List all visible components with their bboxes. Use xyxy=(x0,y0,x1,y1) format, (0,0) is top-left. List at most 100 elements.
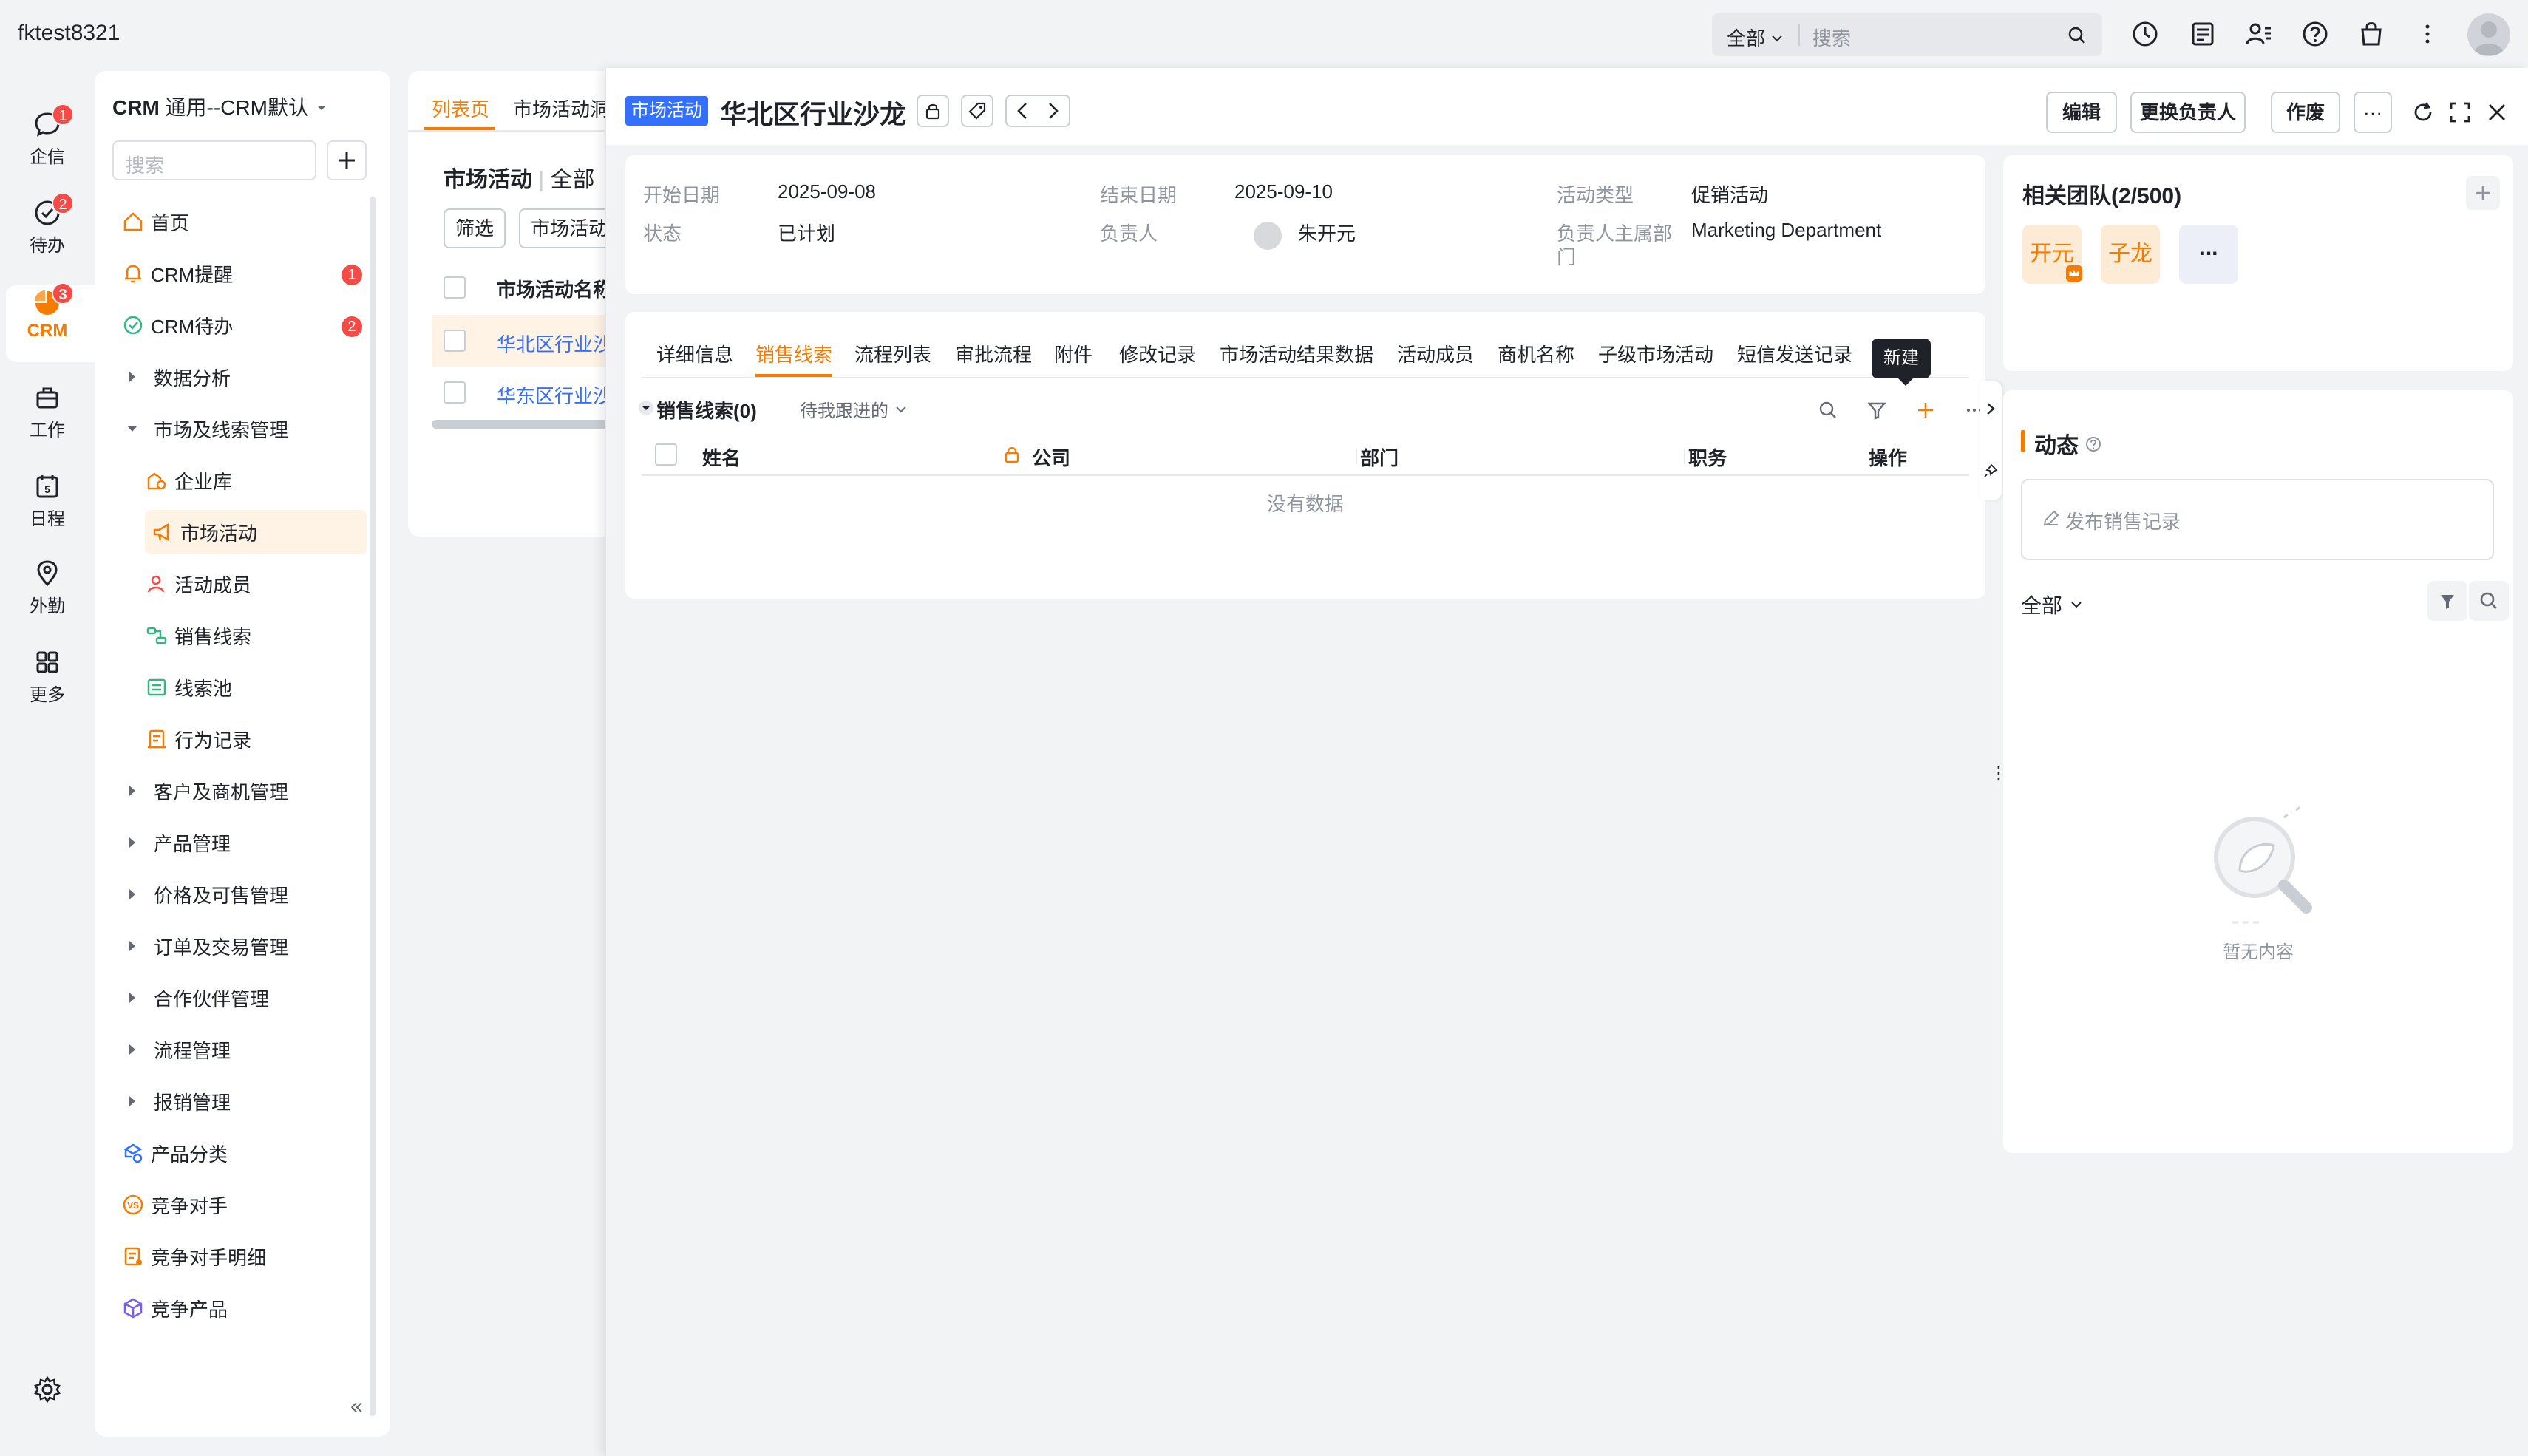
tab-change-log[interactable]: 修改记录 xyxy=(1119,340,1196,367)
tab-activity-results[interactable]: 市场活动结果数据 xyxy=(1220,340,1373,367)
search-input[interactable]: 搜索 xyxy=(1812,24,1851,51)
rail-item-work[interactable]: 工作 xyxy=(6,383,89,441)
refresh-icon[interactable] xyxy=(2410,99,2436,126)
team-member-avatar[interactable]: 子龙 xyxy=(2101,225,2160,284)
rail-item-crm[interactable]: CRM 3 xyxy=(6,282,89,341)
help-icon[interactable] xyxy=(2084,435,2102,453)
nav-item-competitor-products[interactable]: 竞争产品 xyxy=(121,1286,365,1330)
close-icon[interactable] xyxy=(2484,99,2510,126)
row-link[interactable]: 华东区行业沙 xyxy=(497,381,612,409)
nav-item-behavior-records[interactable]: 行为记录 xyxy=(145,717,365,761)
nav-search-input[interactable]: 搜索 xyxy=(112,140,316,180)
edit-button[interactable]: 编辑 xyxy=(2046,92,2117,133)
row-link[interactable]: 华北区行业沙 xyxy=(497,330,612,357)
tag-button[interactable] xyxy=(961,95,993,127)
nav-add-button[interactable] xyxy=(327,140,367,180)
nav-group-process[interactable]: 流程管理 xyxy=(121,1027,365,1072)
tab-sales-leads[interactable]: 销售线索 xyxy=(755,340,832,367)
owner-value[interactable]: 朱开元 xyxy=(1298,219,1356,246)
fullscreen-icon[interactable] xyxy=(2447,99,2473,126)
nav-item-enterprise-library[interactable]: 企业库 xyxy=(145,458,365,503)
nav-group-data-analysis[interactable]: 数据分析 xyxy=(121,355,365,399)
tab-attachments[interactable]: 附件 xyxy=(1054,340,1093,367)
change-owner-button[interactable]: 更换负责人 xyxy=(2130,92,2246,133)
activity-filter-button[interactable] xyxy=(2427,581,2467,621)
tab-sms-records[interactable]: 短信发送记录 xyxy=(1737,340,1852,367)
list-scope[interactable]: 全部 xyxy=(550,168,594,192)
tab-activity-members[interactable]: 活动成员 xyxy=(1397,340,1474,367)
nav-item-lead-pool[interactable]: 线索池 xyxy=(145,665,365,710)
column-divider[interactable] xyxy=(1684,449,1685,464)
search-icon[interactable] xyxy=(1815,398,1841,423)
void-button[interactable]: 作废 xyxy=(2271,92,2340,133)
filter-button[interactable]: 筛选 xyxy=(444,208,506,248)
column-header[interactable]: 姓名 xyxy=(702,443,741,471)
search-scope-select[interactable]: 全部 xyxy=(1727,24,1784,51)
contacts-icon[interactable] xyxy=(2244,19,2274,49)
nav-group-customers[interactable]: 客户及商机管理 xyxy=(121,769,365,813)
activity-search-button[interactable] xyxy=(2469,581,2509,621)
table-row[interactable]: 华东区行业沙 xyxy=(432,367,615,418)
more-members-button[interactable]: ... xyxy=(2179,225,2238,284)
nav-group-expense[interactable]: 报销管理 xyxy=(121,1079,365,1123)
rail-item-calendar[interactable]: 5 日程 xyxy=(6,472,89,530)
collapse-section-icon[interactable] xyxy=(637,399,655,417)
select-all-checkbox[interactable] xyxy=(444,276,466,299)
side-panel-toggle[interactable] xyxy=(1980,381,2002,500)
rail-item-todo[interactable]: 待办 2 xyxy=(6,192,89,256)
column-header[interactable]: 部门 xyxy=(1360,443,1399,471)
nav-group-orders[interactable]: 订单及交易管理 xyxy=(121,924,365,968)
nav-item-sales-leads[interactable]: 销售线索 xyxy=(145,613,365,658)
nav-item-product-category[interactable]: 产品分类 xyxy=(121,1131,365,1175)
column-header[interactable]: 职务 xyxy=(1688,443,1727,471)
nav-scrollbar[interactable] xyxy=(370,197,376,1416)
team-member-avatar[interactable]: 开元 xyxy=(2022,225,2082,284)
more-vertical-icon[interactable] xyxy=(2413,19,2442,49)
account-name[interactable]: fktest8321 xyxy=(18,21,120,46)
chevron-right-icon[interactable] xyxy=(1038,96,1067,126)
tab-list-page[interactable]: 列表页 xyxy=(432,95,489,122)
more-actions-button[interactable]: ··· xyxy=(2354,92,2392,133)
nav-item-home[interactable]: 首页 xyxy=(121,200,365,244)
nav-group-products[interactable]: 产品管理 xyxy=(121,820,365,865)
tab-process-list[interactable]: 流程列表 xyxy=(854,340,931,367)
select-all-checkbox[interactable] xyxy=(655,443,677,466)
nav-item-activity-members[interactable]: 活动成员 xyxy=(145,562,365,606)
filter-chip[interactable]: 市场活动 xyxy=(519,208,615,248)
chevron-left-icon[interactable] xyxy=(1008,96,1038,126)
lock-button[interactable] xyxy=(917,95,949,127)
table-row[interactable]: 华北区行业沙 xyxy=(432,315,615,367)
settings-gear-icon[interactable] xyxy=(33,1375,62,1404)
nav-item-competitor-details[interactable]: 竞争对手明细 xyxy=(121,1234,365,1279)
filter-icon[interactable] xyxy=(1864,398,1889,423)
section-filter-select[interactable]: 待我跟进的 xyxy=(800,396,908,422)
activity-scope-select[interactable]: 全部 xyxy=(2021,590,2084,619)
notes-icon[interactable] xyxy=(2188,19,2218,49)
column-divider[interactable] xyxy=(1356,449,1357,464)
nav-group-market-leads[interactable]: 市场及线索管理 xyxy=(121,406,365,451)
post-sales-record-input[interactable]: 发布销售记录 xyxy=(2021,479,2494,560)
lock-column-icon[interactable] xyxy=(1001,443,1023,466)
add-team-member-button[interactable] xyxy=(2466,176,2500,210)
nav-item-marketing-activity[interactable]: 市场活动 xyxy=(145,510,367,554)
row-checkbox[interactable] xyxy=(444,381,466,404)
tab-approval-flow[interactable]: 审批流程 xyxy=(955,340,1032,367)
nav-view-selector[interactable]: CRM 通用--CRM默认 xyxy=(112,92,328,121)
tab-details[interactable]: 详细信息 xyxy=(656,340,733,367)
nav-item-crm-todo[interactable]: CRM待办 2 xyxy=(121,303,365,347)
clock-icon[interactable] xyxy=(2130,19,2160,49)
nav-item-competitors[interactable]: VS 竞争对手 xyxy=(121,1183,365,1227)
help-icon[interactable] xyxy=(2300,19,2330,49)
tab-opportunities[interactable]: 商机名称 xyxy=(1498,340,1574,367)
add-icon[interactable] xyxy=(1913,398,1938,423)
nav-group-pricing[interactable]: 价格及可售管理 xyxy=(121,872,365,916)
tab-child-activities[interactable]: 子级市场活动 xyxy=(1598,340,1713,367)
user-avatar[interactable] xyxy=(2467,13,2510,56)
column-header[interactable]: 公司 xyxy=(1032,443,1070,471)
rail-item-messages[interactable]: 企信 1 xyxy=(6,103,89,168)
rail-item-field[interactable]: 外勤 xyxy=(6,559,89,617)
nav-item-crm-reminder[interactable]: CRM提醒 1 xyxy=(121,251,365,296)
global-search[interactable]: 全部 搜索 xyxy=(1712,13,2102,56)
store-icon[interactable] xyxy=(2357,19,2386,49)
nav-group-partners[interactable]: 合作伙伴管理 xyxy=(121,976,365,1020)
